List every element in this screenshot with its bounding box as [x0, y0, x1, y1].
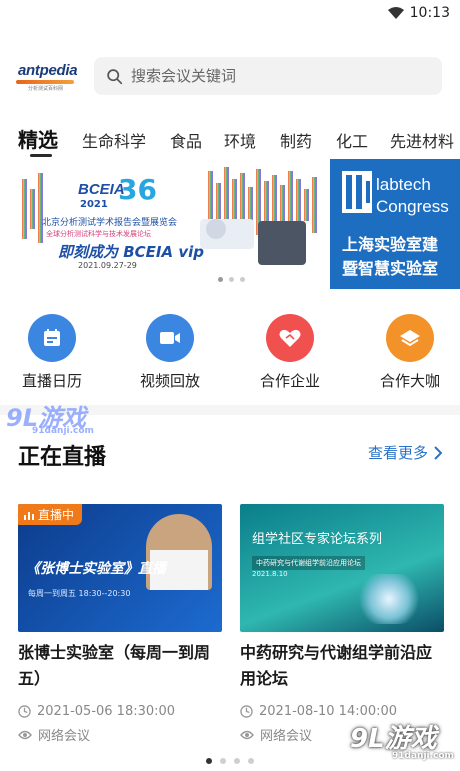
card-thumb-time: 每周一到周五 18:30--20:30	[28, 589, 131, 598]
search-input[interactable]	[131, 67, 421, 85]
card-datetime-text: 2021-05-06 18:30:00	[37, 704, 176, 719]
search-icon	[107, 68, 123, 84]
card-thumbnail: 组学社区专家论坛系列 中药研究与代谢组学前沿应用论坛 2021.8.10	[240, 504, 444, 632]
shortcut-label: 合作企业	[259, 372, 320, 390]
banner-anniversary: 36	[118, 173, 157, 206]
section-title-live: 正在直播	[18, 445, 107, 470]
watermark-right-sub: 91danji.com	[392, 751, 454, 761]
layers-icon	[386, 314, 434, 362]
logo-text: antpedia	[18, 62, 78, 79]
wifi-icon	[387, 7, 404, 19]
live-bars-icon	[24, 511, 34, 520]
banner-cta: 即刻成为 BCEIA vip	[58, 243, 204, 261]
search-box[interactable]	[94, 57, 442, 95]
eye-icon	[240, 730, 254, 739]
labtech-logo-icon	[342, 171, 372, 213]
bceia-banner[interactable]: BCEIA 2021 36 北京分析测试学术报告会暨展览会 全球分析测试科学与技…	[18, 159, 324, 289]
page-indicator	[0, 758, 460, 764]
card-thumb-title: 《张博士实验室》直播	[26, 561, 166, 577]
antpedia-logo[interactable]: antpedia 分析测试百科网	[16, 60, 80, 92]
card-type: 网络会议	[18, 725, 222, 744]
tab-environment[interactable]: 环境	[224, 128, 256, 152]
page-dot	[234, 758, 240, 764]
card-datetime: 2021-08-10 14:00:00	[240, 704, 444, 719]
banner-dots	[218, 277, 245, 282]
shortcut-partner-companies[interactable]: 合作企业	[250, 314, 330, 394]
labtech-subtitle1: 上海实验室建	[342, 235, 439, 254]
view-more-label: 查看更多	[367, 444, 428, 462]
chevron-right-icon	[434, 445, 442, 460]
page-dot	[248, 758, 254, 764]
shortcut-label: 直播日历	[21, 372, 82, 390]
page-dot	[220, 758, 226, 764]
card-thumb-sub: 中药研究与代谢组学前沿应用论坛	[252, 556, 365, 570]
clock-icon	[18, 705, 31, 718]
card-title: 张博士实验室（每周一到周五）	[18, 643, 211, 688]
card-datetime-text: 2021-08-10 14:00:00	[259, 704, 398, 719]
view-more-link[interactable]: 查看更多	[368, 442, 442, 463]
tab-chemical[interactable]: 化工	[336, 128, 368, 152]
live-badge-label: 直播中	[38, 508, 75, 522]
logo-swoosh	[16, 80, 74, 84]
shortcut-grid: 直播日历 视频回放 合作企业 合作大咖	[0, 314, 460, 394]
banner-date: 2021.09.27-29	[78, 261, 137, 270]
logo-subtitle: 分析测试百科网	[28, 86, 64, 92]
card-thumb-date: 2021.8.10	[252, 570, 288, 578]
clock-icon	[240, 705, 253, 718]
live-badge: 直播中	[18, 504, 83, 525]
card-type-text: 网络会议	[38, 729, 91, 744]
live-card[interactable]: 组学社区专家论坛系列 中药研究与代谢组学前沿应用论坛 2021.8.10 中药研…	[240, 504, 444, 744]
labtech-subtitle2: 暨智慧实验室	[342, 259, 439, 278]
molecule-graphic	[354, 574, 424, 624]
banner-line1: 北京分析测试学术报告会暨展览会	[42, 218, 178, 228]
tab-food[interactable]: 食品	[170, 128, 202, 152]
shortcut-label: 合作大咖	[379, 372, 440, 390]
labtech-title1: labtech	[376, 175, 431, 194]
shortcut-label: 视频回放	[139, 372, 200, 390]
page-dot	[206, 758, 212, 764]
labtech-banner[interactable]: labtech Congress 上海实验室建 暨智慧实验室	[330, 159, 460, 289]
tab-advanced-materials[interactable]: 先进材料	[390, 128, 454, 152]
category-tabs: 精选 生命科学 食品 环境 制药 化工 先进材料	[0, 122, 460, 162]
card-thumbnail: 直播中 《张博士实验室》直播 每周一到周五 18:30--20:30	[18, 504, 222, 632]
status-time: 10:13	[409, 5, 450, 21]
shortcut-live-calendar[interactable]: 直播日历	[12, 314, 92, 394]
status-bar: 10:13	[0, 0, 460, 26]
watermark-right: 9L游戏	[350, 724, 437, 754]
banner-carousel[interactable]: BCEIA 2021 36 北京分析测试学术报告会暨展览会 全球分析测试科学与技…	[0, 159, 460, 289]
video-icon	[146, 314, 194, 362]
banner-year-badge: 2021	[80, 199, 108, 210]
watermark-left-sub: 91danji.com	[32, 426, 94, 436]
labtech-title2: Congress	[376, 197, 449, 216]
heart-handshake-icon	[266, 314, 314, 362]
tab-pharma[interactable]: 制药	[280, 128, 312, 152]
banner-line2: 全球分析测试科学与技术发展论坛	[46, 230, 151, 238]
card-type-text: 网络会议	[260, 729, 313, 744]
card-datetime: 2021-05-06 18:30:00	[18, 704, 222, 719]
tab-featured[interactable]: 精选	[18, 124, 58, 153]
card-thumb-title: 组学社区专家论坛系列	[252, 532, 383, 547]
card-title: 中药研究与代谢组学前沿应用论坛	[240, 643, 433, 688]
calendar-icon	[28, 314, 76, 362]
tab-life-science[interactable]: 生命科学	[82, 128, 146, 152]
header: antpedia 分析测试百科网	[0, 54, 460, 98]
shortcut-video-replay[interactable]: 视频回放	[130, 314, 210, 394]
live-card[interactable]: 直播中 《张博士实验室》直播 每周一到周五 18:30--20:30 张博士实验…	[18, 504, 222, 744]
active-tab-indicator	[30, 154, 52, 157]
shortcut-partner-experts[interactable]: 合作大咖	[370, 314, 450, 394]
eye-icon	[18, 730, 32, 739]
